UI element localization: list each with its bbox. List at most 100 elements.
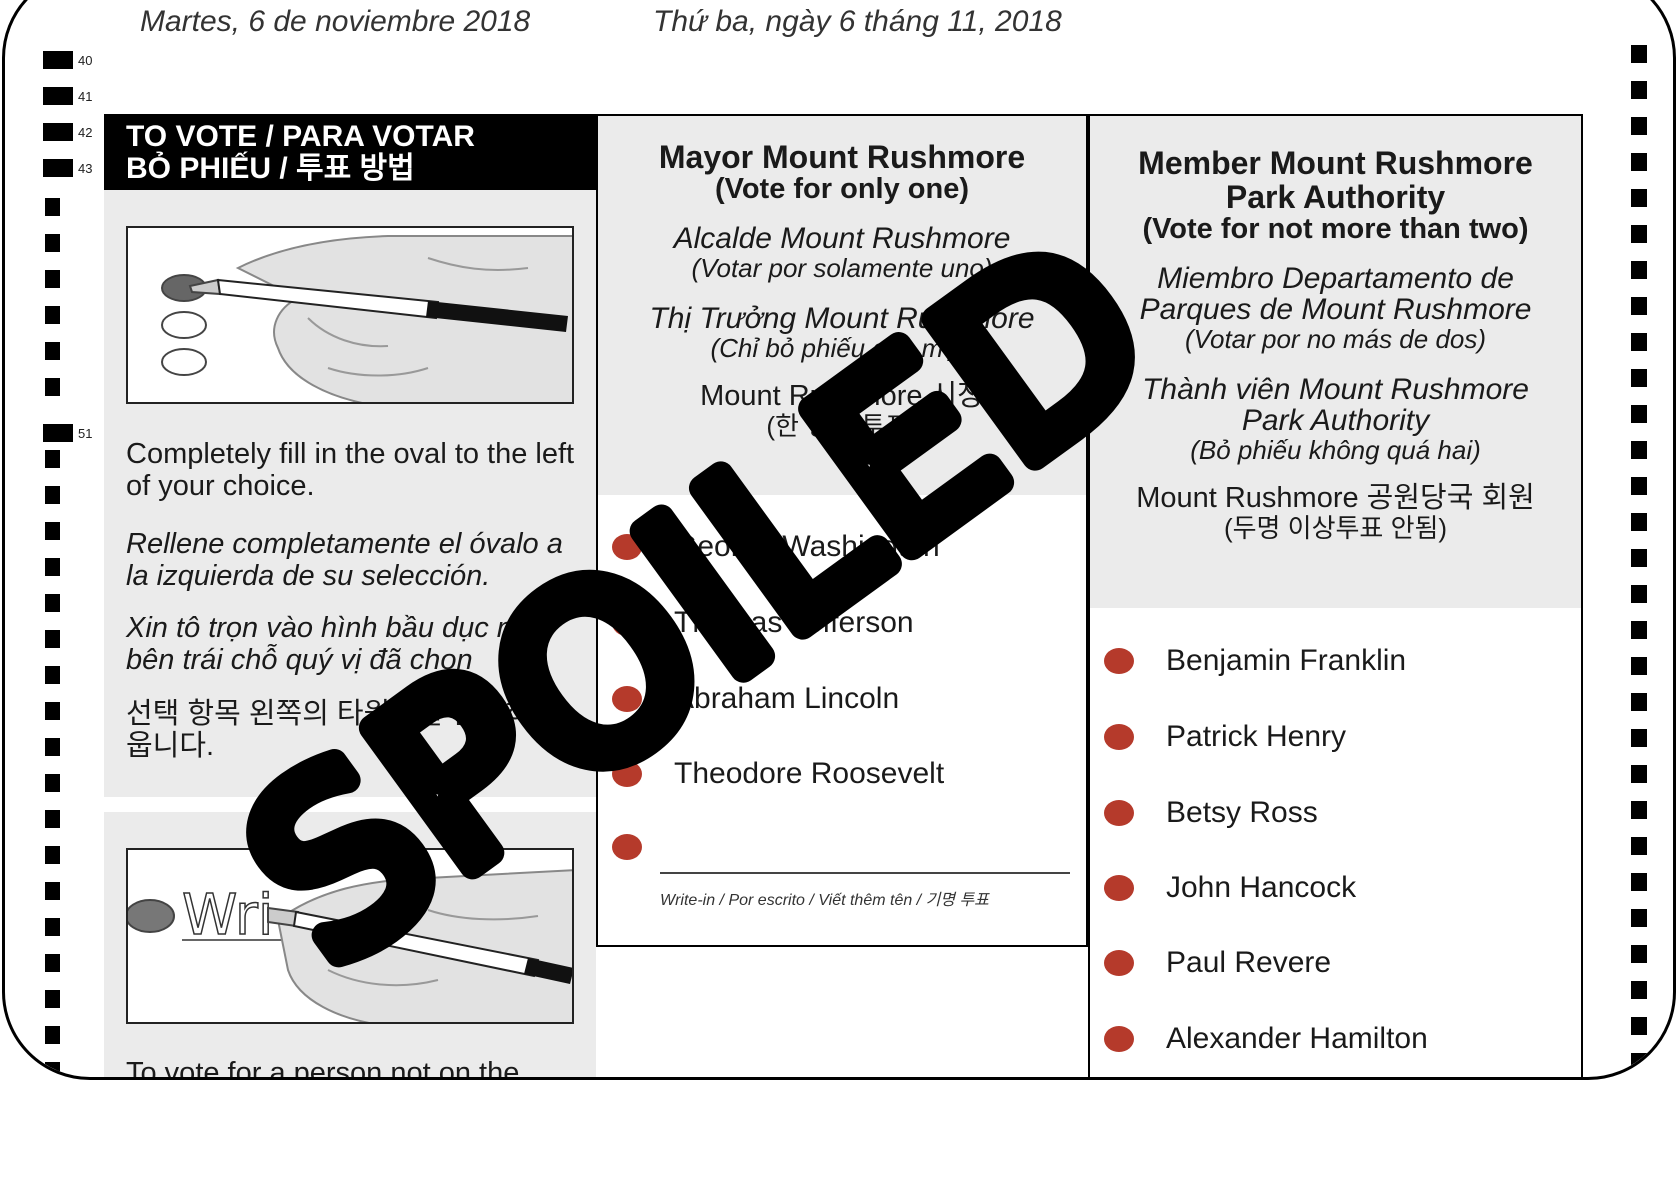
candidate-name: Paul Revere: [1166, 946, 1332, 979]
writein-illustration: Wri: [126, 848, 574, 1024]
timing-mark: [1631, 261, 1647, 279]
candidate-option[interactable]: Betsy Ross: [1104, 796, 1544, 836]
timing-mark: [45, 666, 60, 684]
timing-mark: [45, 342, 60, 360]
park-title-spanish-line1: Miembro Departamento de: [1157, 262, 1514, 295]
candidate-option[interactable]: George Washington: [612, 530, 1052, 570]
timing-mark: [1631, 621, 1647, 639]
timing-mark: [1631, 1053, 1647, 1071]
instructions-panel: Completely fill in the oval to the left …: [104, 190, 596, 797]
election-date-spanish: Martes, 6 de noviembre 2018: [140, 5, 531, 38]
ballot-sheet: Martes, 6 de noviembre 2018 Thứ ba, ngày…: [5, 3, 1673, 1080]
timing-mark: [45, 954, 60, 972]
timing-mark: [45, 234, 60, 252]
timing-mark: [1631, 225, 1647, 243]
mayor-rule-spanish: (Votar por solamente uno): [691, 253, 993, 283]
instructions-column: TO VOTE / PARA VOTAR BỎ PHIẾU / 투표 방법 Co…: [104, 114, 596, 1080]
mayor-title-spanish: Alcalde Mount Rushmore: [673, 222, 1011, 255]
park-title-spanish-line2: Parques de Mount Rushmore: [1139, 293, 1532, 326]
instructions-korean: 선택 항목 왼쪽의 타원형을 완전히 채웁니다.: [126, 698, 567, 762]
instructions-heading: TO VOTE / PARA VOTAR BỎ PHIẾU / 투표 방법: [104, 114, 596, 190]
candidate-name: Benjamin Franklin: [1166, 644, 1407, 677]
timing-mark: [45, 774, 60, 792]
candidate-option[interactable]: Thomas Jefferson: [612, 606, 1052, 646]
park-title-vietnamese-line1: Thành viên Mount Rushmore: [1142, 373, 1529, 406]
selection-oval[interactable]: [612, 610, 642, 636]
timing-mark: [1631, 801, 1647, 819]
timing-mark: [1631, 477, 1647, 495]
instructions-heading-line1: TO VOTE / PARA VOTAR: [126, 120, 475, 153]
timing-mark: [45, 846, 60, 864]
timing-mark: [45, 558, 60, 576]
candidate-name: Thomas Jefferson: [674, 606, 914, 639]
timing-mark: [1631, 909, 1647, 927]
timing-mark: [45, 594, 60, 612]
selection-oval[interactable]: [1104, 724, 1134, 750]
row-number: 42: [78, 125, 93, 140]
timing-mark: [45, 306, 60, 324]
timing-mark: [43, 123, 73, 141]
mayor-title-vietnamese: Thị Trưởng Mount Rushmore: [649, 302, 1035, 335]
candidate-name: Abraham Lincoln: [674, 682, 900, 715]
park-vote-rule: (Vote for not more than two): [1142, 213, 1529, 245]
fill-oval-illustration: [126, 226, 574, 404]
timing-mark: [45, 990, 60, 1008]
contest-park-authority: Member Mount Rushmore Park Authority (Vo…: [1088, 114, 1583, 1077]
row-number: 40: [78, 53, 93, 68]
writein-instruction-text: To vote for a person not on the: [126, 1057, 520, 1080]
timing-mark: [45, 702, 60, 720]
timing-mark: [43, 51, 73, 69]
park-contest-header: Member Mount Rushmore Park Authority (Vo…: [1090, 116, 1581, 608]
timing-mark: [45, 198, 60, 216]
selection-oval[interactable]: [612, 686, 642, 712]
timing-mark: [1631, 585, 1647, 603]
selection-oval[interactable]: [1104, 950, 1134, 976]
timing-mark: [45, 1026, 60, 1044]
selection-oval[interactable]: [1104, 648, 1134, 674]
timing-mark: [1631, 153, 1647, 171]
timing-mark: [1631, 981, 1647, 999]
candidate-name: Patrick Henry: [1166, 720, 1347, 753]
candidate-name: John Hancock: [1166, 871, 1357, 904]
selection-oval[interactable]: [612, 761, 642, 787]
timing-mark: [45, 270, 60, 288]
candidate-option[interactable]: John Hancock: [1104, 871, 1544, 911]
timing-mark: [43, 159, 73, 177]
timing-mark: [45, 522, 60, 540]
timing-mark: [45, 378, 60, 396]
timing-mark: [1631, 297, 1647, 315]
selection-oval[interactable]: [612, 534, 642, 560]
candidate-option[interactable]: Benjamin Franklin: [1104, 644, 1544, 684]
mayor-rule-vietnamese: (Chỉ bỏ phiếu cho một): [710, 333, 974, 363]
selection-oval[interactable]: [1104, 875, 1134, 901]
row-number: 43: [78, 161, 93, 176]
timing-mark: [45, 810, 60, 828]
timing-mark: [1631, 189, 1647, 207]
timing-mark: [45, 882, 60, 900]
selection-oval[interactable]: [612, 834, 642, 860]
timing-mark: [1631, 369, 1647, 387]
candidate-option[interactable]: Abraham Lincoln: [612, 682, 1052, 722]
park-rule-korean: (두명 이상투표 안됨): [1223, 513, 1448, 543]
timing-mark: [1631, 873, 1647, 891]
candidate-option[interactable]: Alexander Hamilton: [1104, 1022, 1544, 1062]
timing-mark: [1631, 765, 1647, 783]
writein-line[interactable]: [660, 872, 1070, 874]
writein-option[interactable]: [612, 830, 1052, 870]
candidate-name: Betsy Ross: [1166, 796, 1318, 829]
park-title-line1: Member Mount Rushmore: [1138, 145, 1533, 181]
park-title-vietnamese-line2: Park Authority: [1241, 404, 1430, 437]
selection-oval[interactable]: [1104, 1026, 1134, 1052]
writein-instructions-panel: Wri To vote for a person not on the: [104, 812, 596, 1080]
timing-mark: [1631, 81, 1647, 99]
row-number: 41: [78, 89, 93, 104]
park-title-line2: Park Authority: [1225, 179, 1446, 215]
candidate-option[interactable]: Paul Revere: [1104, 946, 1544, 986]
timing-mark: [43, 87, 73, 105]
candidate-option[interactable]: Theodore Roosevelt: [612, 757, 1052, 797]
timing-mark: [1631, 549, 1647, 567]
selection-oval[interactable]: [1104, 800, 1134, 826]
mayor-vote-rule: (Vote for only one): [714, 173, 969, 205]
candidate-option[interactable]: Patrick Henry: [1104, 720, 1544, 760]
mayor-title: Mayor Mount Rushmore: [658, 139, 1026, 175]
